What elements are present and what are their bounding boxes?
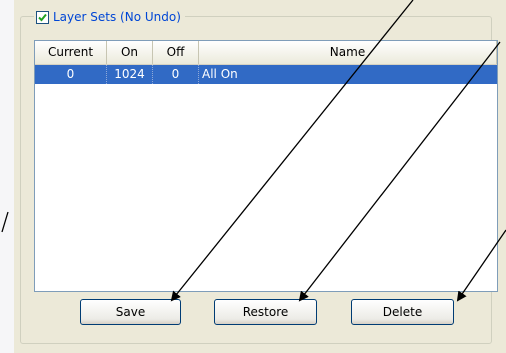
list-header: Current On Off Name <box>35 41 497 65</box>
cell-off: 0 <box>153 65 199 84</box>
group-title: Layer Sets (No Undo) <box>53 10 181 24</box>
column-header-current[interactable]: Current <box>35 41 107 64</box>
layer-sets-checkbox[interactable] <box>36 10 49 24</box>
column-header-off[interactable]: Off <box>153 41 199 64</box>
column-header-on[interactable]: On <box>107 41 153 64</box>
restore-button[interactable]: Restore <box>214 299 317 325</box>
layer-sets-panel: Layer Sets (No Undo) Current On Off Name… <box>14 0 506 353</box>
save-button[interactable]: Save <box>80 299 181 325</box>
cell-current: 0 <box>35 65 107 84</box>
cell-name: All On <box>202 67 238 81</box>
layer-sets-list[interactable]: Current On Off Name 0 1024 0 All On <box>34 40 498 292</box>
checkmark-icon <box>38 13 47 21</box>
delete-button[interactable]: Delete <box>351 299 454 325</box>
cell-on: 1024 <box>107 65 153 84</box>
group-legend: Layer Sets (No Undo) <box>34 9 185 25</box>
column-header-name[interactable]: Name <box>199 41 497 64</box>
table-row[interactable]: 0 1024 0 All On <box>35 65 497 84</box>
